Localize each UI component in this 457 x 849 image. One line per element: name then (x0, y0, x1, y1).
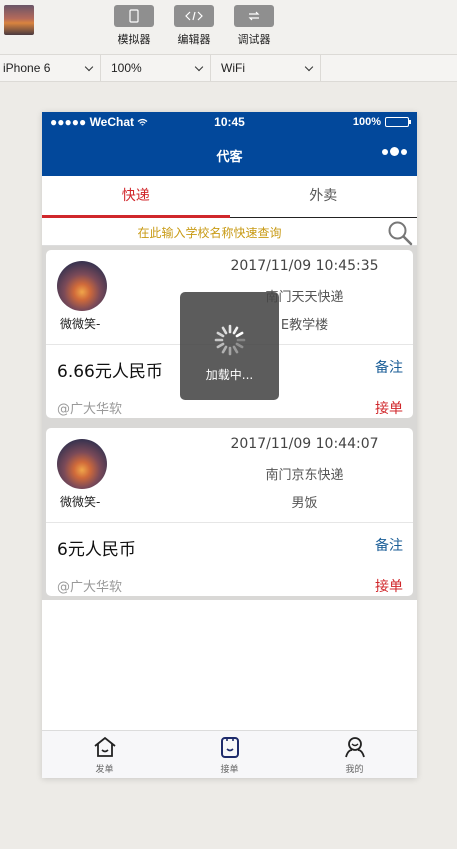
home-icon (93, 736, 116, 757)
tabbar-item-accept[interactable]: 接单 (167, 731, 292, 778)
spinner-spoke (235, 342, 243, 349)
chevron-down-icon (194, 62, 204, 72)
order-org: @广大华软 (57, 580, 123, 595)
order-time: 2017/11/09 10:44:07 (230, 436, 379, 452)
profile-icon (344, 737, 365, 758)
accept-order-button[interactable]: 接单 (375, 398, 403, 418)
phone-simulator: ●●●●● WeChat 10:45 100% 代客 快递 外卖 在此输入学校名… (42, 112, 417, 778)
zoom-select[interactable]: 100% (101, 55, 211, 81)
tab-express[interactable]: 快递 (42, 176, 230, 217)
order-price: 6.66元人民币 (57, 362, 163, 382)
battery-icon (385, 117, 411, 127)
debugger-tool[interactable]: 调试器 (224, 5, 284, 47)
chevron-down-icon (304, 62, 314, 72)
order-user: 微微笑- (60, 495, 101, 509)
loading-spinner-icon (214, 324, 246, 356)
page-title: 代客 (216, 150, 243, 165)
editor-label: 编辑器 (177, 33, 211, 46)
order-org: @广大华软 (57, 402, 123, 417)
ide-toolbar: 模拟器 编辑器 调试器 (0, 0, 457, 54)
more-menu-icon[interactable] (382, 147, 407, 156)
avatar (57, 261, 107, 311)
user-avatar[interactable] (4, 5, 34, 35)
network-select[interactable]: WiFi (211, 55, 321, 81)
debug-icon[interactable] (234, 5, 274, 27)
zoom-select-value: 100% (111, 61, 142, 75)
simulator-tool[interactable]: 模拟器 (104, 5, 164, 47)
network-select-value: WiFi (221, 61, 245, 75)
nav-bar: 代客 (42, 134, 417, 176)
search-input[interactable]: 在此输入学校名称快速查询 (42, 224, 377, 241)
tabbar-label: 发单 (95, 765, 114, 775)
tab-takeout[interactable]: 外卖 (230, 176, 418, 217)
accept-order-button[interactable]: 接单 (375, 576, 403, 596)
tabbar-item-post[interactable]: 发单 (42, 731, 167, 778)
loading-message: 加载中... (205, 368, 254, 382)
debugger-label: 调试器 (237, 33, 271, 46)
category-tabs: 快递 外卖 (42, 176, 417, 218)
divider (46, 522, 413, 523)
tabbar-label: 接单 (220, 765, 239, 775)
note-button[interactable]: 备注 (375, 535, 403, 555)
order-time: 2017/11/09 10:45:35 (230, 258, 379, 274)
spinner-spoke (232, 345, 238, 354)
bottom-tabbar: 发单 接单 我的 (42, 730, 417, 778)
order-user: 微微笑- (60, 317, 101, 331)
avatar (57, 439, 107, 489)
spinner-spoke (235, 331, 243, 338)
device-select-value: iPhone 6 (3, 61, 51, 75)
tabbar-item-me[interactable]: 我的 (292, 731, 417, 778)
order-to: 男饭 (291, 496, 318, 511)
note-button[interactable]: 备注 (375, 357, 403, 377)
search-bar[interactable]: 在此输入学校名称快速查询 (42, 218, 417, 246)
battery-percent: 100% (352, 116, 381, 128)
order-price: 6元人民币 (57, 540, 136, 560)
chevron-down-icon (84, 62, 94, 72)
search-icon[interactable] (387, 220, 413, 246)
spinner-spoke (221, 345, 227, 354)
clipboard-icon (220, 737, 239, 758)
spinner-spoke (216, 331, 224, 338)
spinner-spoke (232, 326, 238, 335)
device-bar: iPhone 6 100% WiFi (0, 54, 457, 82)
status-bar: ●●●●● WeChat 10:45 100% (42, 112, 417, 134)
spinner-spoke (216, 342, 224, 349)
tabbar-label: 我的 (345, 765, 364, 775)
battery-status: 100% (352, 116, 411, 128)
loading-toast: 加载中... (180, 292, 279, 400)
editor-tool[interactable]: 编辑器 (164, 5, 224, 47)
code-icon[interactable] (174, 5, 214, 27)
spinner-spoke (221, 326, 227, 335)
device-select[interactable]: iPhone 6 (0, 55, 101, 81)
order-from: 南门京东快递 (265, 468, 344, 483)
order-card[interactable]: 微微笑- 2017/11/09 10:44:07 南门京东快递 男饭 6元人民币… (46, 428, 413, 596)
simulator-label: 模拟器 (117, 33, 151, 46)
phone-icon[interactable] (114, 5, 154, 27)
